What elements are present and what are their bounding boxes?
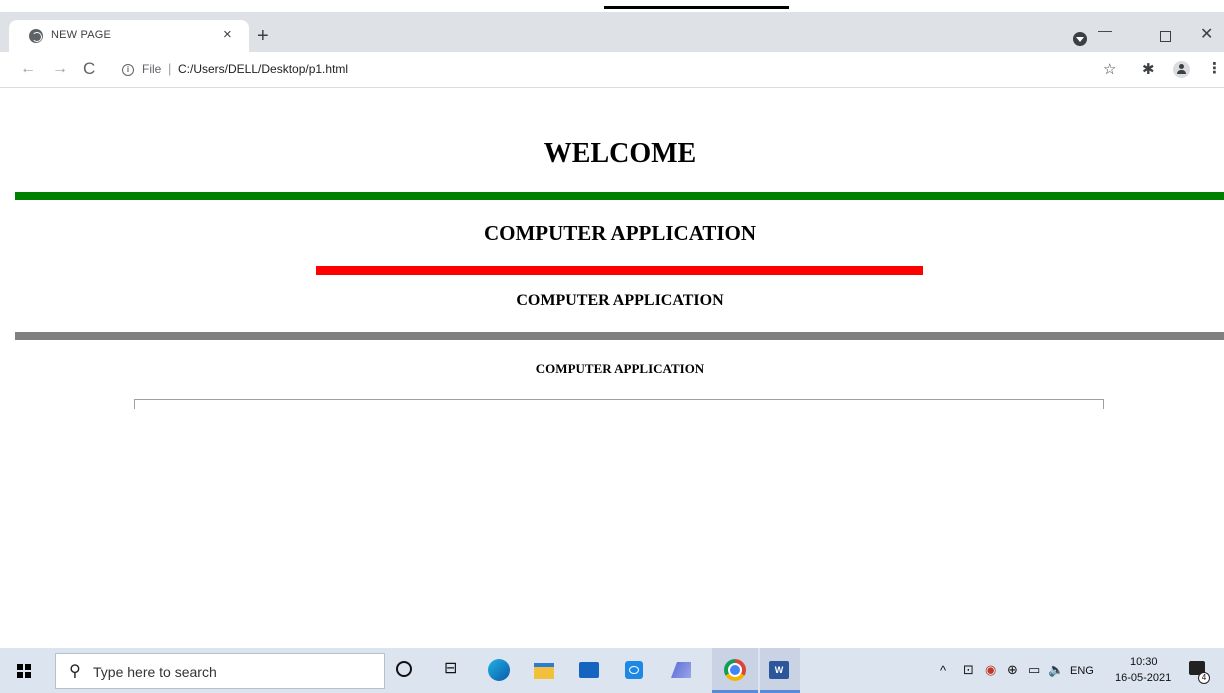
speaker-icon[interactable]: 🔈: [1048, 662, 1064, 678]
bookmark-star-icon[interactable]: ☆: [1103, 60, 1116, 78]
page-content: WELCOME COMPUTER APPLICATION COMPUTER AP…: [0, 89, 1224, 648]
gray-rule: [15, 332, 1224, 340]
heading-computer-application-3: COMPUTER APPLICATION: [516, 292, 724, 309]
search-icon: ⚲: [69, 663, 81, 680]
meet-now-icon[interactable]: ⊡: [963, 662, 974, 678]
task-view-icon[interactable]: ⊟: [444, 660, 466, 682]
profile-icon[interactable]: [1173, 61, 1190, 78]
taskbar-search-box[interactable]: ⚲ Type here to search: [55, 653, 385, 689]
heading-computer-application-4: COMPUTER APPLICATION: [535, 361, 705, 376]
search-placeholder: Type here to search: [93, 664, 217, 680]
notification-count-badge: 4: [1198, 672, 1210, 684]
thin-rule: [134, 399, 1104, 409]
file-explorer-icon[interactable]: [534, 663, 554, 679]
tab-title: NEW PAGE: [51, 29, 112, 41]
info-icon[interactable]: i: [122, 64, 134, 76]
heading-welcome: WELCOME: [543, 138, 697, 169]
address-separator: |: [168, 61, 172, 76]
dell-app-icon[interactable]: [625, 661, 643, 679]
back-button[interactable]: ←: [20, 60, 36, 78]
tab-close-icon[interactable]: ×: [223, 25, 232, 45]
address-scheme[interactable]: File: [142, 62, 161, 76]
minimize-button[interactable]: —: [1098, 22, 1112, 38]
app-icon[interactable]: [671, 662, 691, 678]
word-icon[interactable]: W: [769, 661, 789, 679]
clock-time[interactable]: 10:30: [1130, 656, 1158, 668]
close-window-button[interactable]: ✕: [1200, 24, 1213, 44]
clock-date[interactable]: 16-05-2021: [1115, 672, 1171, 684]
maximize-button[interactable]: [1160, 31, 1171, 42]
browser-toolbar: ← → C i File | C:/Users/DELL/Desktop/p1.…: [0, 52, 1224, 88]
reload-button[interactable]: C: [83, 60, 95, 78]
menu-icon[interactable]: ⋮: [1207, 59, 1222, 77]
antivirus-icon[interactable]: ◉: [985, 662, 996, 678]
heading-computer-application-2: COMPUTER APPLICATION: [483, 221, 757, 245]
language-indicator[interactable]: ENG: [1070, 665, 1094, 677]
extensions-icon[interactable]: ✱: [1142, 60, 1155, 78]
tray-chevron-up-icon[interactable]: ^: [940, 663, 946, 678]
mail-icon[interactable]: [579, 662, 599, 678]
chrome-icon[interactable]: [724, 659, 746, 681]
address-bar[interactable]: C:/Users/DELL/Desktop/p1.html: [178, 62, 348, 76]
network-globe-icon[interactable]: ⊕: [1007, 662, 1018, 678]
media-control-icon[interactable]: [1073, 32, 1087, 46]
cortana-icon[interactable]: [396, 661, 412, 677]
tab-new-page[interactable]: NEW PAGE ×: [9, 20, 249, 52]
tab-strip: NEW PAGE × + — ✕: [0, 12, 1224, 52]
top-mark: [604, 6, 789, 9]
battery-icon[interactable]: ▭: [1028, 662, 1040, 678]
windows-start-icon[interactable]: [17, 664, 31, 678]
new-tab-button[interactable]: +: [257, 26, 269, 46]
taskbar: ⚲ Type here to search ⊟ W ^ ⊡ ◉ ⊕ ▭ 🔈 EN…: [0, 648, 1224, 693]
globe-icon: [29, 29, 43, 43]
edge-icon[interactable]: [488, 659, 510, 681]
forward-button[interactable]: →: [52, 60, 68, 78]
red-rule: [316, 266, 923, 275]
green-rule: [15, 192, 1224, 200]
